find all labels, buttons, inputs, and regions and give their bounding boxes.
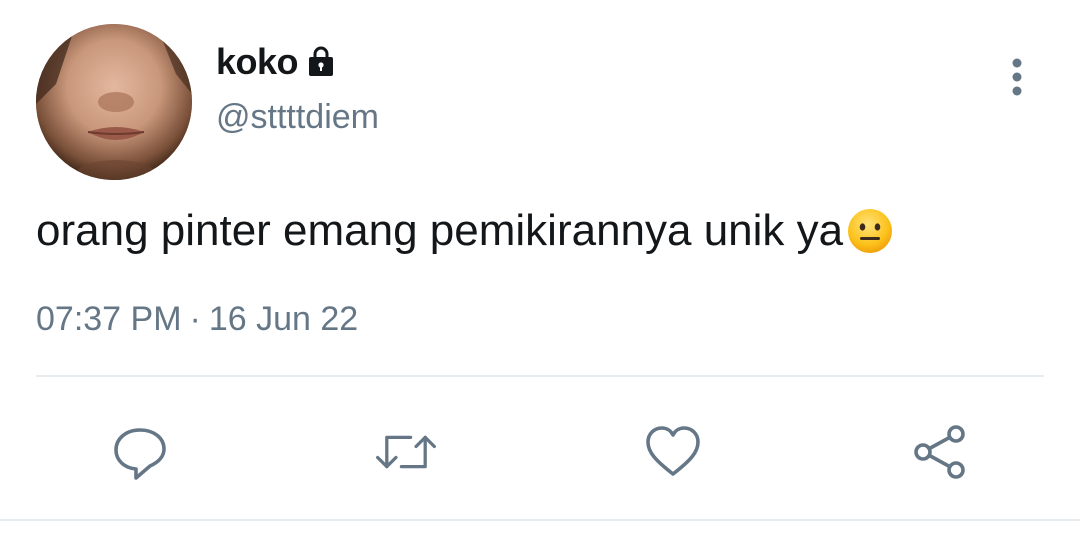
more-vertical-icon	[1012, 58, 1022, 96]
share-icon	[914, 425, 965, 479]
reply-button[interactable]	[108, 420, 172, 484]
share-button[interactable]	[908, 420, 972, 484]
retweet-button[interactable]	[374, 420, 438, 484]
reply-icon	[114, 428, 166, 480]
timestamp-separator: ·	[189, 300, 201, 338]
neutral-face-emoji-icon	[845, 206, 895, 256]
tweet-body: orang pinter emang pemikirannya unik ya	[36, 206, 844, 255]
tweet-text: orang pinter emang pemikirannya unik ya	[36, 206, 895, 256]
tweet-time: 07:37 PM	[36, 300, 182, 338]
avatar[interactable]	[36, 24, 192, 180]
name-row: koko	[216, 40, 338, 84]
retweet-icon	[376, 435, 436, 469]
avatar-photo	[36, 24, 192, 180]
heart-icon	[646, 426, 700, 476]
display-name[interactable]: koko	[216, 41, 299, 83]
tweet-card: koko @sttttdiem orang pinter emang pemik…	[0, 0, 1080, 540]
tweet-timestamp[interactable]: 07:37 PM · 16 Jun 22	[36, 300, 358, 339]
like-button[interactable]	[641, 420, 705, 484]
lock-icon	[304, 45, 338, 79]
bottom-divider	[0, 519, 1080, 521]
more-button[interactable]	[992, 52, 1042, 102]
tweet-date: 16 Jun 22	[208, 300, 359, 338]
user-handle[interactable]: @sttttdiem	[216, 98, 379, 137]
divider	[36, 375, 1044, 377]
